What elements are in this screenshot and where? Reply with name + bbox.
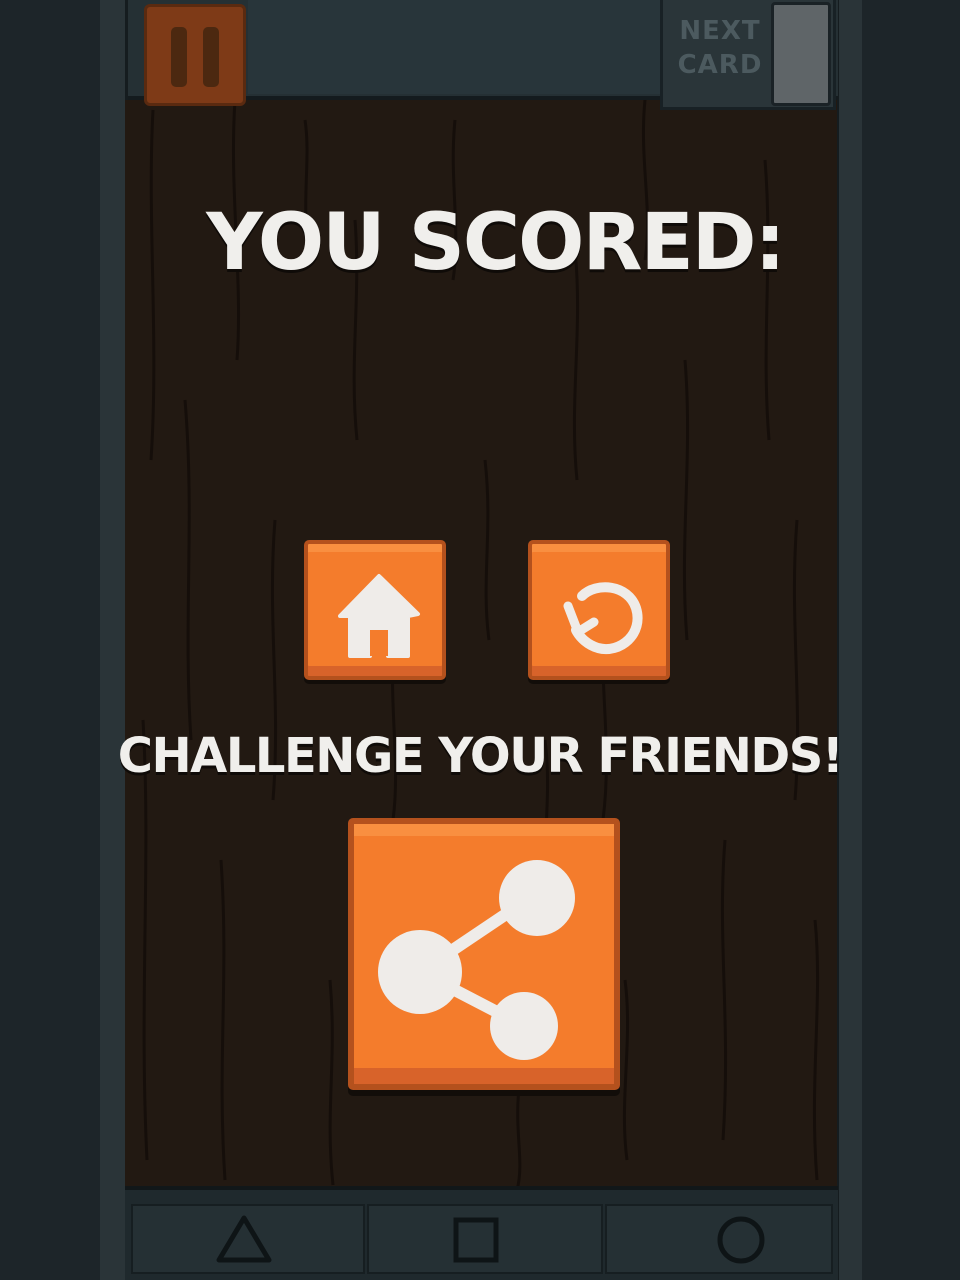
nav-home-button[interactable] [605, 1204, 833, 1274]
triangle-back-icon [216, 1215, 272, 1263]
nav-back-button[interactable] [131, 1204, 365, 1274]
score-title: YOU SCORED: [206, 198, 786, 288]
square-recents-icon [453, 1217, 499, 1263]
next-card-label: NEXT CARD [673, 14, 767, 82]
replay-icon [563, 582, 643, 655]
left-frame [0, 0, 100, 1280]
home-icon [338, 574, 420, 658]
circle-home-icon [717, 1216, 765, 1264]
challenge-friends-text: CHALLENGE YOUR FRIENDS! [117, 728, 844, 784]
left-rail [100, 0, 128, 1280]
replay-button[interactable] [528, 540, 670, 680]
system-nav-bar [125, 1186, 838, 1280]
next-card-panel: NEXT CARD [660, 0, 836, 110]
next-card-slot [771, 2, 831, 106]
share-icon [378, 860, 575, 1060]
next-card-label-line1: NEXT [679, 16, 761, 46]
next-card-label-line2: CARD [677, 50, 763, 80]
pause-icon [171, 27, 187, 87]
nav-recents-button[interactable] [367, 1204, 603, 1274]
home-button[interactable] [304, 540, 446, 680]
share-button[interactable] [348, 818, 620, 1090]
right-rail [836, 0, 862, 1280]
pause-icon-bar-2 [203, 27, 219, 87]
pause-button[interactable] [144, 4, 246, 106]
right-frame [860, 0, 960, 1280]
